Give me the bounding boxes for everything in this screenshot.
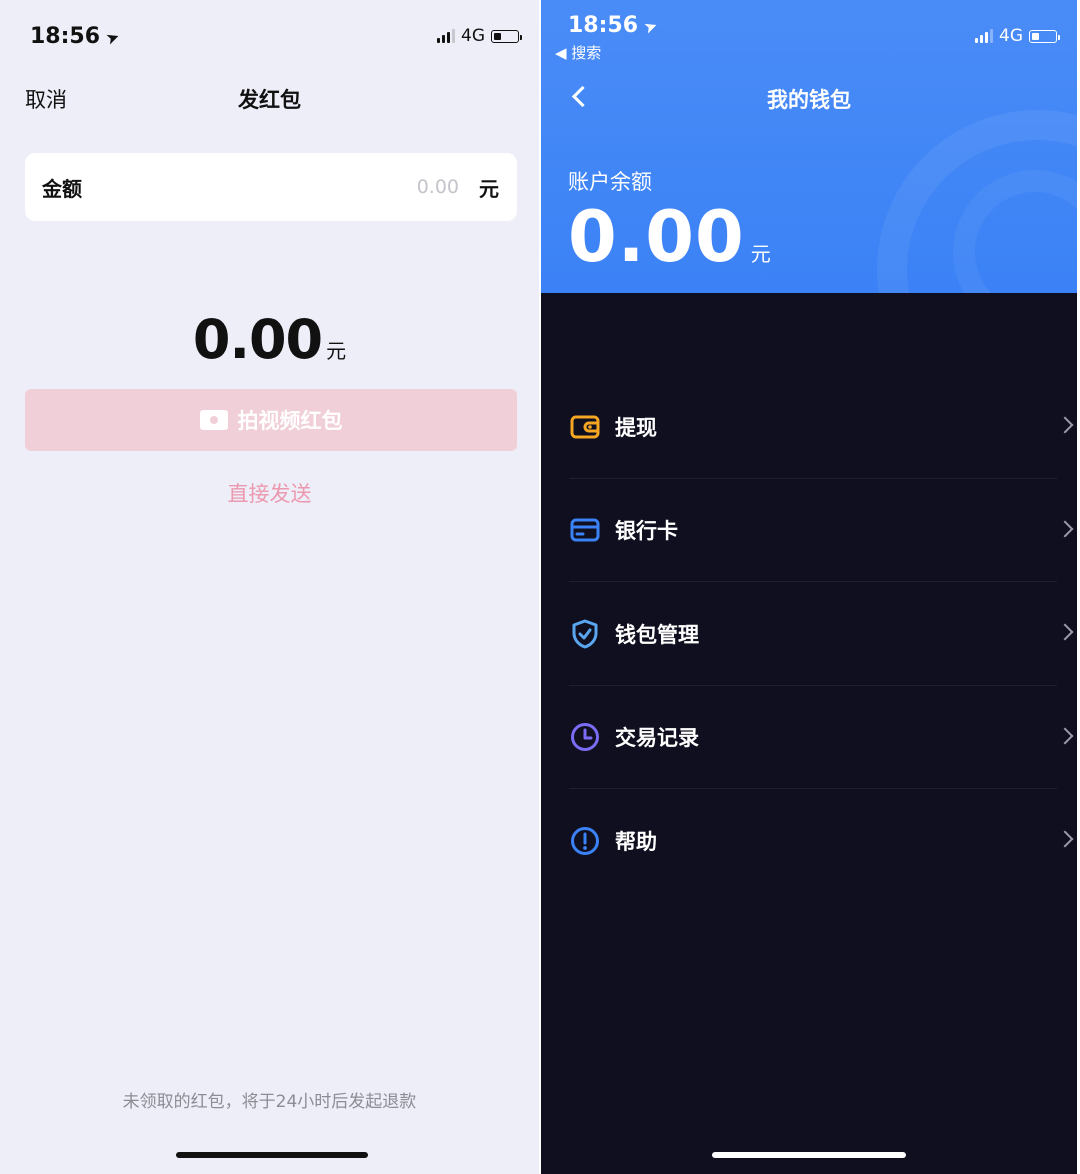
menu-item-label: 提现 (615, 415, 657, 440)
chevron-right-icon (1056, 520, 1074, 537)
network-type: 4G (461, 26, 485, 46)
menu-item-label: 银行卡 (615, 519, 678, 544)
video-red-packet-label: 拍视频红包 (237, 409, 343, 433)
menu-item-label: 帮助 (615, 829, 657, 854)
amount-input[interactable] (337, 175, 461, 199)
camera-icon (199, 410, 228, 430)
total-amount-unit: 元 (326, 339, 347, 363)
chevron-right-icon (1056, 727, 1074, 744)
wallet-menu: 提现 银行卡 钱包管理 交易记录 帮助 (541, 375, 1077, 893)
network-type: 4G (999, 26, 1023, 46)
info-icon (571, 826, 599, 855)
location-arrow-icon: ➤ (641, 15, 661, 38)
my-wallet-screen: 18:56➤ ◀ 搜索 4G 我的钱包 账户余额 0.00元 提现 银行卡 (541, 0, 1077, 1174)
page-title: 发红包 (238, 88, 301, 112)
nav-bar: 取消 发红包 (0, 80, 539, 120)
bank-card-icon (570, 518, 600, 542)
menu-item-help[interactable]: 帮助 (541, 789, 1077, 893)
status-bar: 18:56 ➤ 4G (0, 0, 539, 70)
location-arrow-icon: ➤ (103, 26, 123, 49)
balance-unit: 元 (750, 242, 771, 266)
total-amount: 0.00 元 (0, 308, 539, 371)
signal-icon (975, 29, 993, 43)
wallet-header: 18:56 ➤ ◀ 搜索 4G 我的钱包 账户余额 0.00 元 (541, 0, 1077, 293)
back-to-search-link[interactable]: ◀ 搜索 (555, 42, 601, 63)
home-indicator[interactable] (176, 1152, 368, 1158)
battery-icon (1029, 29, 1060, 43)
chevron-right-icon (1056, 623, 1074, 641)
chevron-right-icon (1056, 416, 1074, 434)
amount-card: 金额 元 (25, 153, 517, 221)
total-amount-value: 0.00 (192, 308, 323, 371)
status-network: 4G (437, 26, 522, 46)
menu-item-wallet-management[interactable]: 钱包管理 (541, 582, 1077, 686)
refund-note: 未领取的红包，将于24小时后发起退款 (122, 1092, 417, 1112)
status-network: 4G (975, 26, 1060, 46)
menu-item-transactions[interactable]: 交易记录 (541, 686, 1077, 789)
direct-send-link[interactable]: 直接发送 (0, 478, 539, 508)
menu-item-label: 钱包管理 (615, 622, 699, 647)
signal-icon (437, 29, 455, 43)
video-red-packet-button[interactable]: 拍视频红包 (25, 389, 517, 451)
wallet-icon (570, 415, 600, 439)
amount-unit: 元 (479, 176, 499, 201)
amount-label: 金额 (42, 176, 82, 201)
menu-item-label: 交易记录 (615, 726, 699, 751)
page-title: 我的钱包 (767, 88, 851, 112)
shield-check-icon (572, 619, 598, 649)
clock-icon (571, 723, 599, 752)
balance-value: 0.00 (568, 196, 745, 278)
menu-item-withdraw[interactable]: 提现 (541, 375, 1077, 479)
status-time: 18:56 ➤ (30, 24, 123, 49)
chevron-right-icon (1056, 830, 1074, 848)
balance-amount: 0.00 元 (568, 196, 771, 278)
send-red-packet-screen: 18:56➤ 4G 取消 发红包 金额 元 0.00元 拍视频红包 直接发送 未… (0, 0, 539, 1174)
battery-icon (491, 29, 522, 43)
status-time: 18:56 ➤ (568, 13, 661, 38)
home-indicator[interactable] (712, 1152, 906, 1158)
balance-label: 账户余额 (568, 170, 652, 194)
menu-item-bank-card[interactable]: 银行卡 (541, 479, 1077, 582)
